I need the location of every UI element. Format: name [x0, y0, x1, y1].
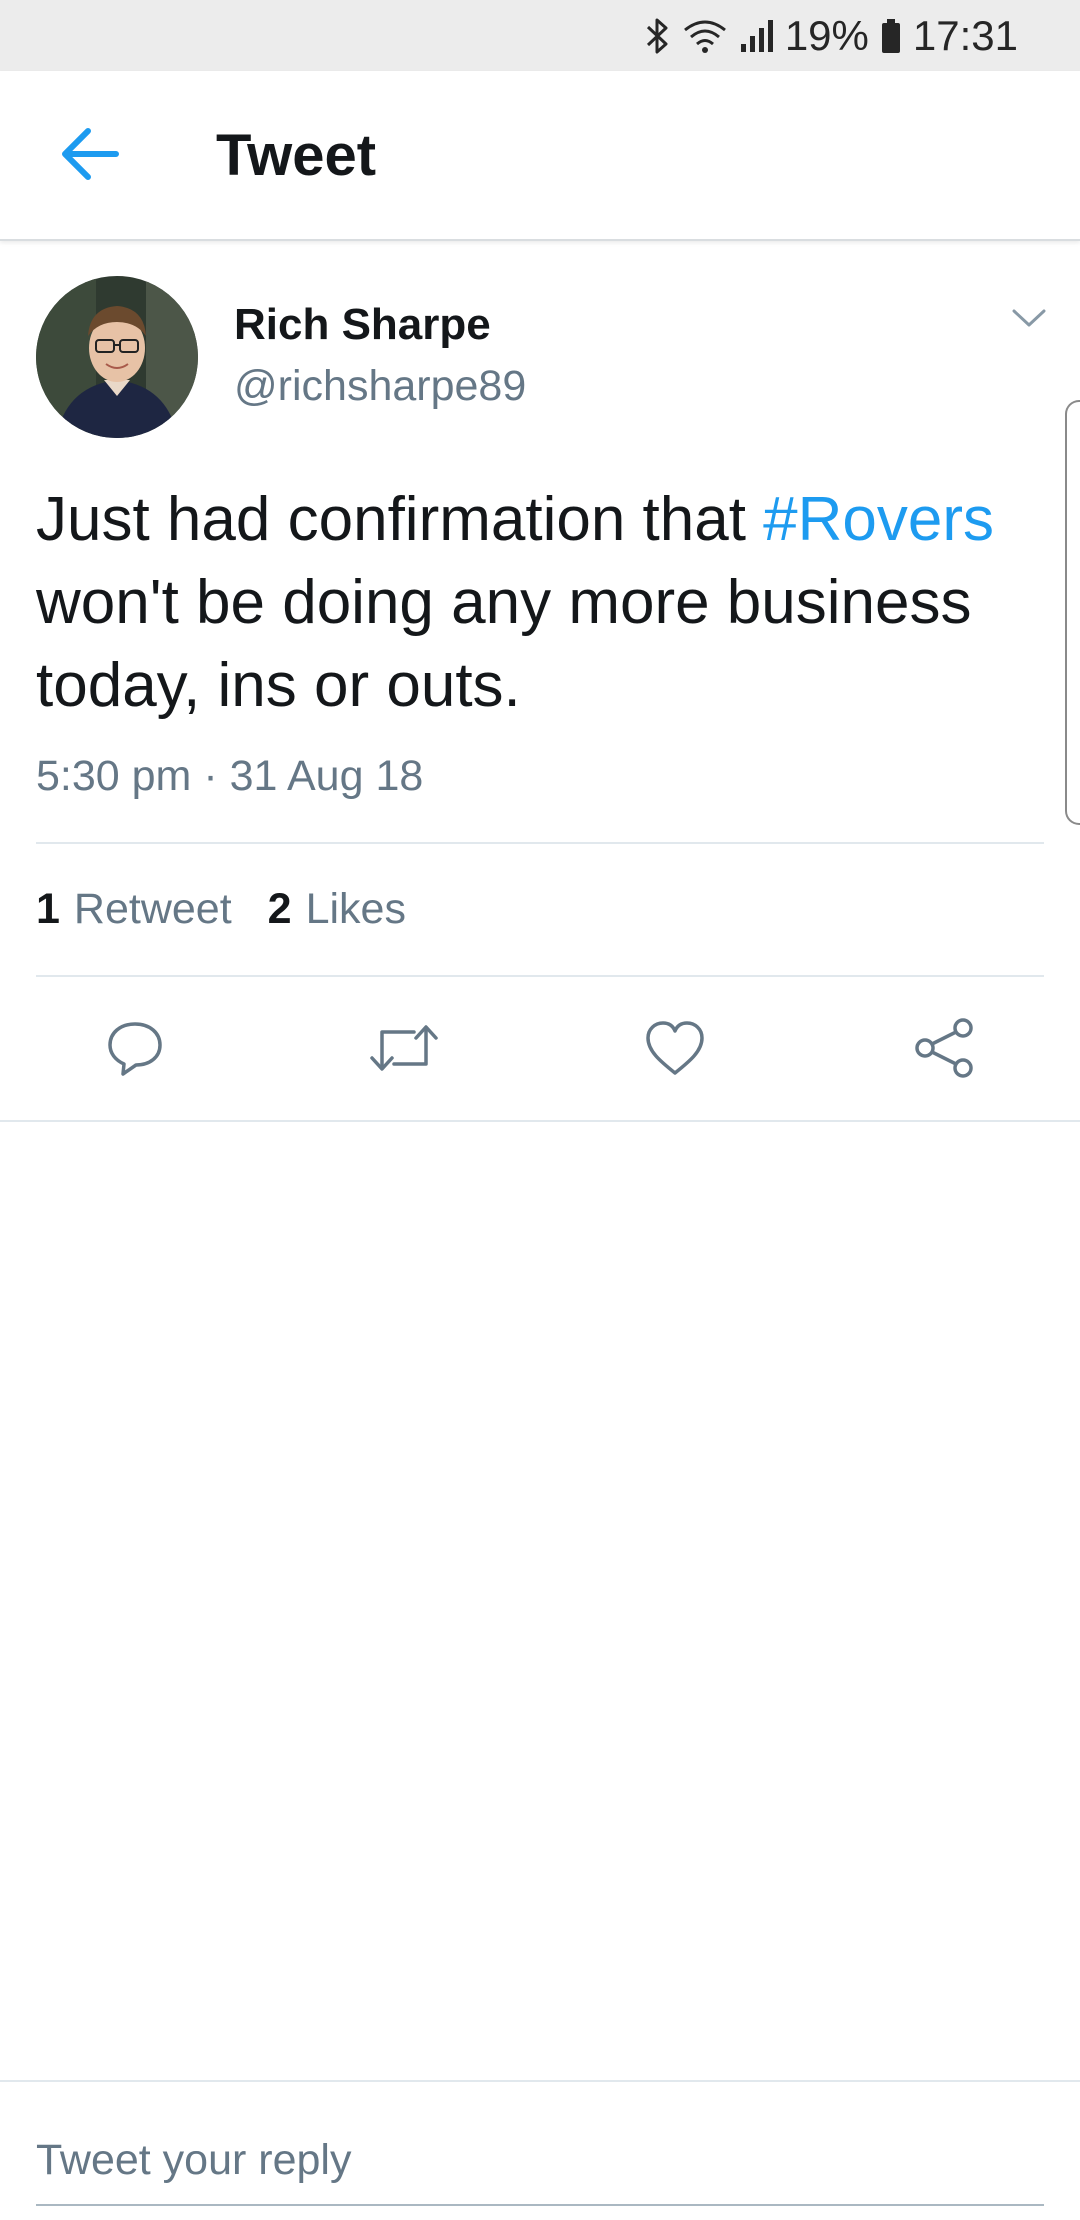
tweet-text-start: Just had confirmation that — [36, 485, 764, 554]
like-icon — [644, 1019, 706, 1082]
retweet-label: Retweet — [73, 885, 232, 933]
signal-icon — [739, 16, 775, 56]
chevron-down-icon — [1011, 307, 1047, 334]
status-bar: 19% 17:31 — [0, 0, 1080, 71]
retweet-count: 1 — [36, 885, 60, 933]
tweet-text: Just had confirmation that #Rovers won't… — [36, 478, 1046, 727]
app-bar: Tweet — [0, 71, 1080, 241]
tweet-options-button[interactable] — [1005, 300, 1053, 340]
wifi-icon — [681, 16, 729, 56]
like-count: 2 — [267, 885, 292, 933]
tweet-stats: 1 Retweet 2 Likes — [36, 885, 442, 934]
likes-stat[interactable]: 2 Likes — [268, 885, 406, 934]
battery-icon — [879, 16, 903, 56]
author-name[interactable]: Rich Sharpe — [234, 300, 491, 350]
author-handle[interactable]: @richsharpe89 — [234, 362, 526, 411]
divider — [36, 842, 1044, 844]
page-title: Tweet — [216, 123, 377, 188]
bluetooth-icon — [645, 16, 671, 56]
battery-percent: 19% — [784, 11, 869, 59]
tweet-actions — [0, 1010, 1080, 1110]
like-label: Likes — [305, 885, 406, 933]
retweets-stat[interactable]: 1 Retweet — [36, 885, 232, 934]
retweet-button[interactable] — [364, 1010, 444, 1090]
clock: 17:31 — [912, 11, 1018, 59]
divider — [0, 1120, 1080, 1122]
avatar[interactable] — [36, 276, 198, 438]
reply-icon — [105, 1018, 165, 1083]
share-icon — [913, 1017, 975, 1083]
back-button[interactable] — [50, 123, 130, 189]
reply-input[interactable] — [36, 2122, 1044, 2198]
reply-underline — [36, 2204, 1044, 2206]
edge-panel-handle[interactable] — [1065, 400, 1080, 825]
reply-bar — [0, 2080, 1080, 2220]
like-button[interactable] — [635, 1010, 715, 1090]
hashtag-link[interactable]: #Rovers — [763, 485, 994, 554]
tweet-text-end: won't be doing any more business today, … — [36, 568, 972, 720]
back-arrow-icon — [60, 127, 120, 186]
tweet-timestamp: 5:30 pm · 31 Aug 18 — [36, 752, 424, 800]
reply-button[interactable] — [95, 1010, 175, 1090]
retweet-icon — [368, 1018, 440, 1083]
share-button[interactable] — [904, 1010, 984, 1090]
divider — [36, 975, 1044, 977]
